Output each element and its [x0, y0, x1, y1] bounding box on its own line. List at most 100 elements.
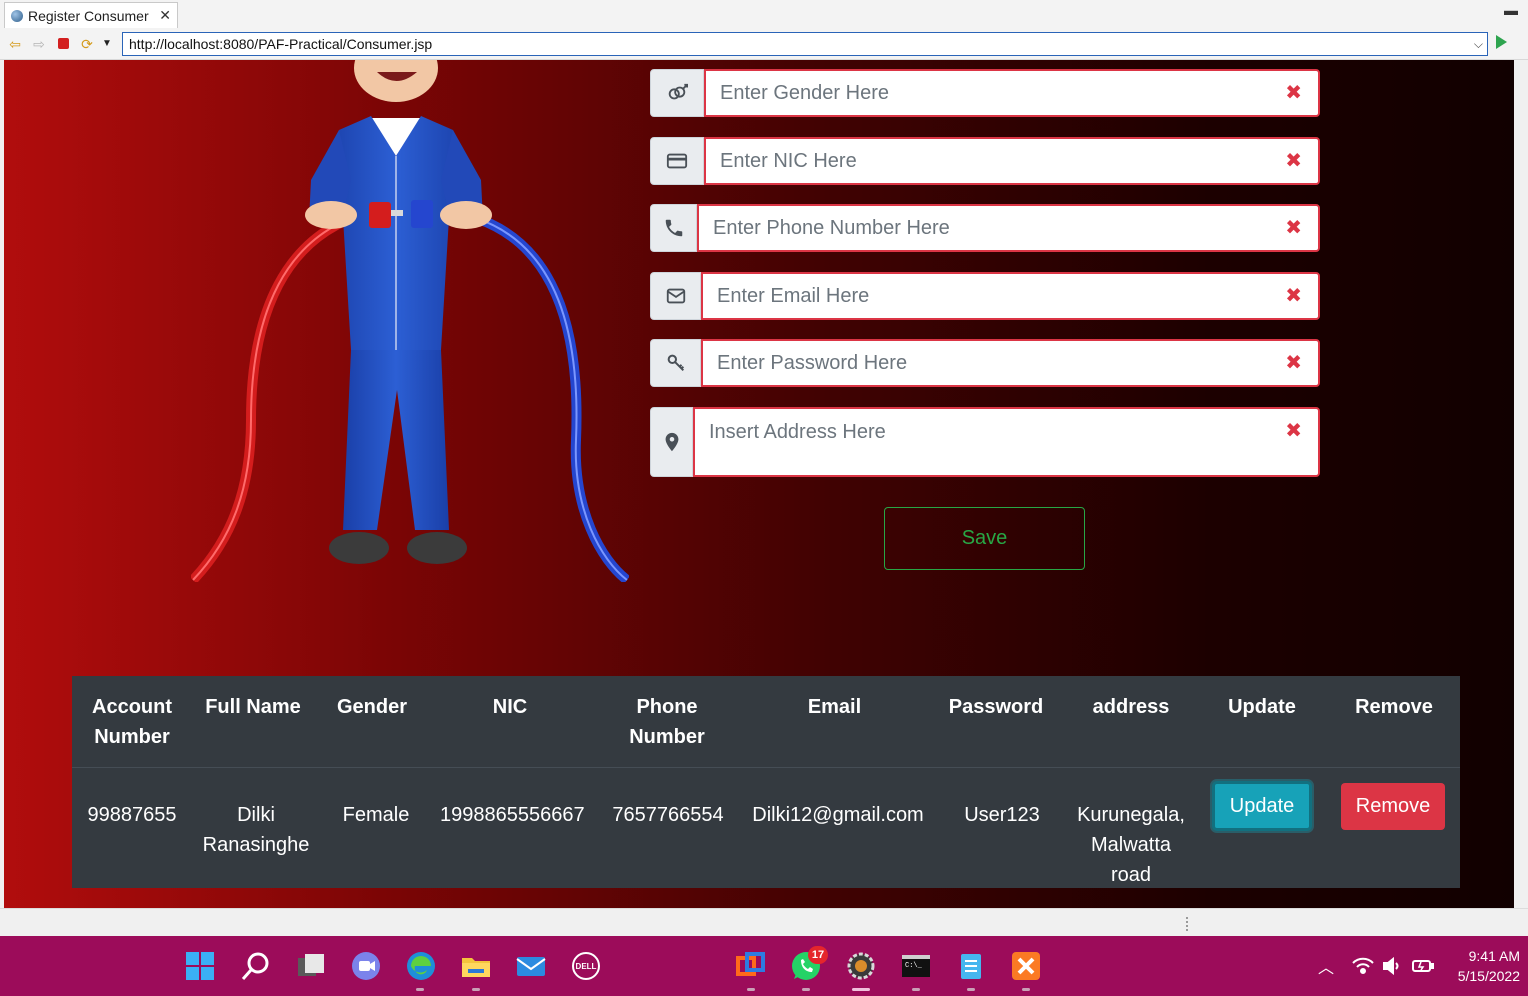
address-textarea[interactable]: [695, 409, 1318, 475]
cell-address: Kurunegala, Malwatta road: [1072, 800, 1190, 890]
file-explorer-icon[interactable]: [460, 950, 492, 982]
gender-input[interactable]: [706, 71, 1318, 115]
office-icon[interactable]: [735, 950, 767, 982]
refresh-icon[interactable]: ⟳: [78, 35, 96, 53]
header-account-number: Account Number: [82, 692, 182, 752]
invalid-address-icon: ✖: [1285, 420, 1302, 442]
header-account-line1: Account: [92, 696, 172, 718]
remove-button[interactable]: Remove: [1341, 783, 1445, 830]
go-icon[interactable]: [1496, 35, 1507, 49]
mail-icon[interactable]: [515, 950, 547, 982]
clock-time: 9:41 AM: [1468, 948, 1520, 964]
history-dropdown-icon[interactable]: ▼: [98, 35, 116, 53]
chevron-up-icon[interactable]: ︿: [1318, 936, 1334, 996]
cell-full-name-line2: Ranasinghe: [202, 834, 310, 856]
browser-status-bar: [0, 908, 1528, 936]
map-marker-icon: [650, 407, 693, 477]
cell-full-name-line1: Dilki: [237, 804, 275, 826]
email-field: ✖: [650, 272, 1320, 320]
key-icon: [650, 339, 701, 387]
invalid-gender-icon: ✖: [1285, 82, 1302, 104]
envelope-icon: [650, 272, 701, 320]
phone-field: ✖: [650, 204, 1320, 252]
xampp-running-indicator: [1022, 988, 1030, 991]
cell-address-line3: road: [1110, 864, 1152, 886]
svg-text:C:\_: C:\_: [905, 962, 923, 970]
gender-input-wrap: ✖: [704, 69, 1320, 117]
consumer-table: Account Number Full Name Gender NIC Phon…: [72, 676, 1460, 888]
edge-icon[interactable]: [405, 950, 437, 982]
wifi-icon[interactable]: [1352, 936, 1374, 996]
cell-email: Dilki12@gmail.com: [752, 804, 924, 826]
header-phone-line1: Phone: [636, 696, 698, 718]
address-bar[interactable]: http://localhost:8080/PAF-Practical/Cons…: [122, 32, 1488, 56]
invalid-password-icon: ✖: [1285, 352, 1302, 374]
phone-input-wrap: ✖: [697, 204, 1320, 252]
browser-toolbar: ⇦ ⇨ ⟳ ▼ http://localhost:8080/PAF-Practi…: [0, 28, 1528, 80]
header-account-line2: Number: [94, 726, 170, 748]
search-icon[interactable]: [240, 950, 272, 982]
task-view-icon[interactable]: [295, 950, 327, 982]
cell-gender: Female: [342, 804, 410, 826]
email-input[interactable]: [703, 274, 1318, 318]
id-card-icon: [650, 137, 704, 185]
page-viewport: ✖ ✖ ✖ ✖ ✖: [4, 60, 1514, 908]
electrician-illustration: [191, 60, 629, 582]
header-gender: Gender: [336, 696, 408, 718]
taskbar-clock[interactable]: 9:41 AM 5/15/2022: [1446, 946, 1520, 986]
volume-icon[interactable]: [1382, 936, 1402, 996]
cell-address-line1: Kurunegala,: [1077, 804, 1185, 826]
invalid-phone-icon: ✖: [1285, 217, 1302, 239]
browser-tab-bar: Register Consumer ✕ ▬: [0, 0, 1528, 28]
chevron-down-icon[interactable]: ⌵: [1474, 33, 1483, 55]
email-input-wrap: ✖: [701, 272, 1320, 320]
xampp-icon[interactable]: [1010, 950, 1042, 982]
header-phone-line2: Number: [629, 726, 705, 748]
edge-running-indicator: [416, 988, 424, 991]
windows-start-icon[interactable]: [184, 950, 216, 982]
cell-account-number: 99887655: [87, 804, 177, 826]
save-button[interactable]: Save: [884, 507, 1085, 570]
cell-phone: 7657766554: [612, 804, 724, 826]
terminal-running-indicator: [912, 988, 920, 991]
page-right-gutter: [1514, 60, 1528, 908]
phone-input[interactable]: [699, 206, 1318, 250]
back-arrow-icon[interactable]: ⇦: [6, 35, 24, 53]
address-input-wrap: ✖: [693, 407, 1320, 477]
update-button[interactable]: Update: [1212, 781, 1312, 831]
nic-input-wrap: ✖: [704, 137, 1320, 185]
office-running-indicator: [747, 988, 755, 991]
windows-taskbar: DELL C:\_ ︿ 9:41 AM 5/15/2022: [0, 936, 1528, 996]
url-text: http://localhost:8080/PAF-Practical/Cons…: [129, 36, 433, 52]
battery-icon[interactable]: [1412, 936, 1434, 996]
header-remove: Remove: [1355, 696, 1433, 718]
notepad-icon[interactable]: [955, 950, 987, 982]
teams-chat-icon[interactable]: [350, 950, 382, 982]
cell-nic: 1998865556667: [440, 804, 585, 826]
minimize-icon[interactable]: ▬: [1504, 2, 1518, 18]
password-input[interactable]: [703, 341, 1318, 385]
password-input-wrap: ✖: [701, 339, 1320, 387]
header-nic: NIC: [492, 696, 528, 718]
globe-icon: [11, 9, 23, 22]
browser-tab-title: Register Consumer: [28, 7, 149, 24]
terminal-icon[interactable]: C:\_: [900, 950, 932, 982]
nic-field: ✖: [650, 137, 1320, 185]
dell-icon[interactable]: DELL: [570, 950, 602, 982]
header-password: Password: [948, 696, 1044, 718]
forward-arrow-icon[interactable]: ⇨: [30, 35, 48, 53]
header-update: Update: [1228, 696, 1296, 718]
whatsapp-running-indicator: [802, 988, 810, 991]
eclipse-ide-icon[interactable]: [845, 950, 877, 982]
address-field: ✖: [650, 407, 1320, 477]
close-tab-icon[interactable]: ✕: [159, 7, 171, 24]
svg-text:DELL: DELL: [576, 962, 597, 971]
stop-icon[interactable]: [54, 35, 72, 53]
cell-address-line2: Malwatta: [1090, 834, 1172, 856]
browser-tab[interactable]: Register Consumer ✕: [4, 2, 178, 28]
cell-password: User123: [964, 804, 1040, 826]
nic-input[interactable]: [706, 139, 1318, 183]
cell-full-name: Dilki Ranasinghe: [198, 800, 314, 860]
gender-field: ✖: [650, 69, 1320, 117]
resize-grip-icon[interactable]: [1186, 917, 1188, 931]
